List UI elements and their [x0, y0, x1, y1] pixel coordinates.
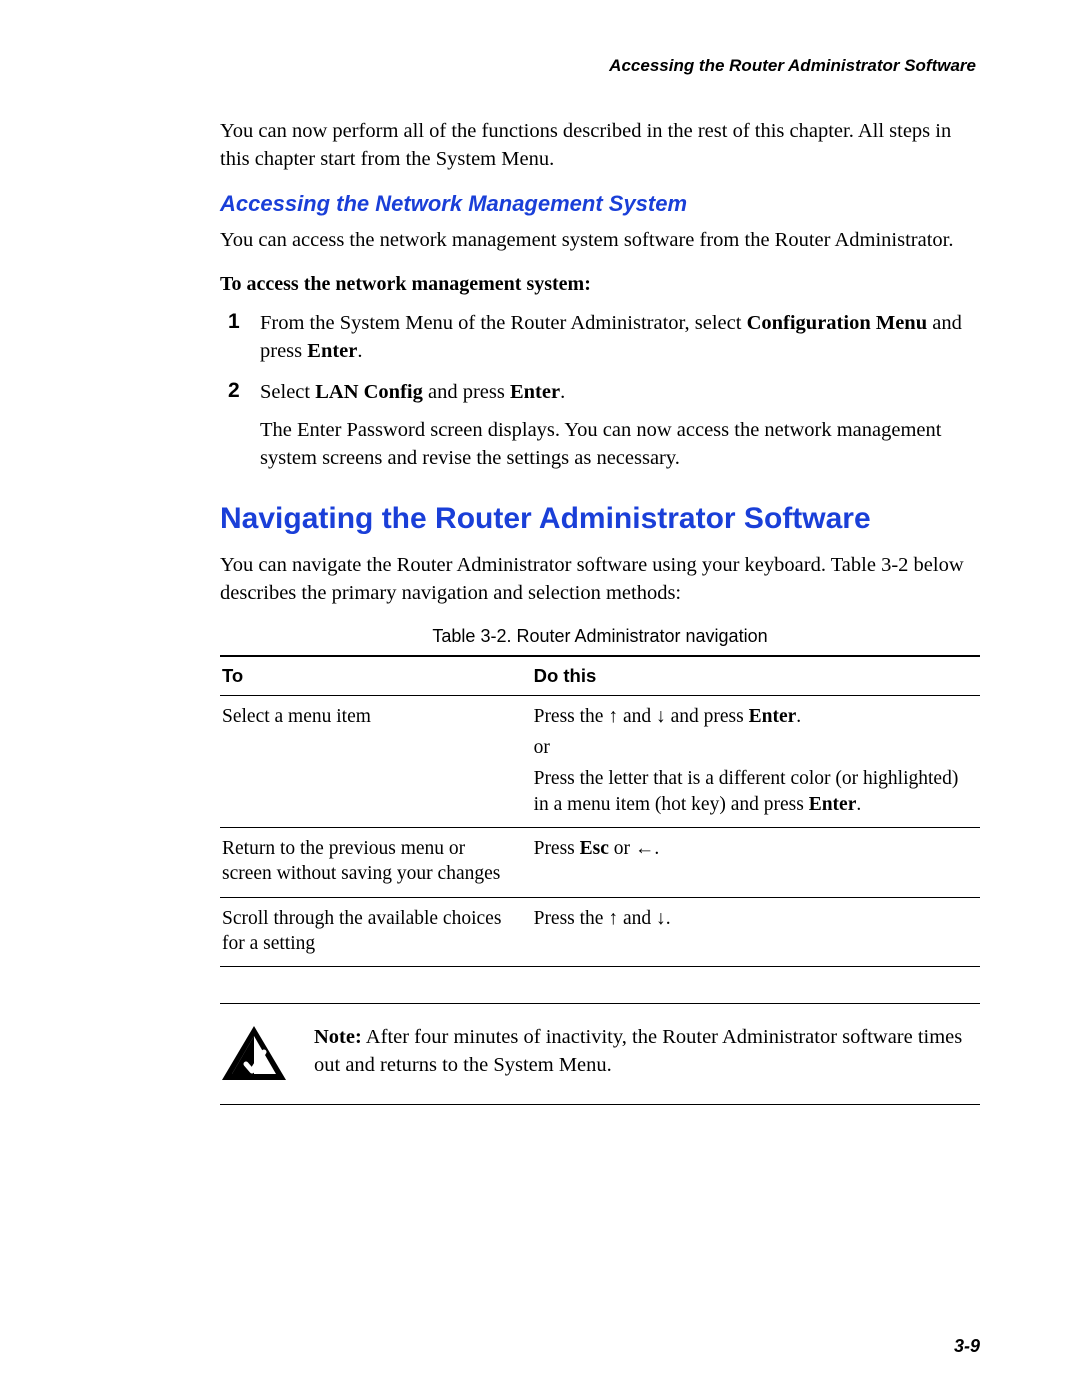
left-arrow-icon: ←: [635, 837, 655, 859]
step-1-b2: Enter: [307, 340, 357, 362]
step-1: From the System Menu of the Router Admin…: [220, 310, 980, 365]
r1-and1: and: [618, 706, 656, 727]
page: Accessing the Router Administrator Softw…: [0, 0, 1080, 1397]
table-row: Scroll through the available choices for…: [220, 897, 980, 967]
page-content: You can now perform all of the functions…: [100, 118, 980, 1105]
note-text: Note: After four minutes of inactivity, …: [314, 1024, 980, 1079]
down-arrow-icon: ↓: [656, 705, 666, 727]
r2-pre: Press: [534, 838, 580, 859]
nav-table: To Do this Select a menu item Press the …: [220, 655, 980, 968]
note-label: Note:: [314, 1026, 362, 1048]
nav-lead: You can navigate the Router Administrato…: [220, 552, 980, 607]
r1-altpre: Press the letter that is a different col…: [534, 768, 959, 814]
r3-and: and: [618, 908, 656, 929]
step-2-mid: and press: [423, 381, 510, 403]
row1-to: Select a menu item: [220, 695, 532, 827]
row3-do: Press the ↑ and ↓.: [532, 897, 980, 967]
r1-enter: Enter: [749, 706, 797, 727]
r1-mid: and press: [666, 706, 749, 727]
th-do: Do this: [532, 656, 980, 696]
nms-task-lead: To access the network management system:: [220, 273, 980, 296]
table-row: Select a menu item Press the ↑ and ↓ and…: [220, 695, 980, 827]
table-caption: Table 3-2. Router Administrator navigati…: [220, 626, 980, 647]
r1-pre: Press the: [534, 706, 609, 727]
step-2-text: Select LAN Config and press Enter.: [260, 379, 980, 407]
step-1-pre: From the System Menu of the Router Admin…: [260, 312, 747, 334]
row1-do: Press the ↑ and ↓ and press Enter. or Pr…: [532, 695, 980, 827]
step-1-post: .: [357, 340, 362, 362]
r2-dot: .: [654, 838, 659, 859]
step-2-b2: Enter: [510, 381, 560, 403]
r1-dot: .: [796, 706, 801, 727]
page-number: 3-9: [954, 1336, 980, 1357]
row2-do: Press Esc or ←.: [532, 828, 980, 898]
note-body: After four minutes of inactivity, the Ro…: [314, 1026, 962, 1076]
nav-heading: Navigating the Router Administrator Soft…: [220, 502, 980, 536]
r1-altdot: .: [856, 794, 861, 815]
r3-dot: .: [666, 908, 671, 929]
note-icon: [220, 1024, 288, 1084]
table-head-row: To Do this: [220, 656, 980, 696]
up-arrow-icon: ↑: [608, 907, 618, 929]
step-list: From the System Menu of the Router Admin…: [220, 310, 980, 472]
intro-paragraph: You can now perform all of the functions…: [220, 118, 980, 173]
r1-altenter: Enter: [809, 794, 857, 815]
step-1-b1: Configuration Menu: [747, 312, 928, 334]
r1-or: or: [534, 737, 550, 758]
step-2-post: .: [560, 381, 565, 403]
step-1-text: From the System Menu of the Router Admin…: [260, 310, 980, 365]
row2-to: Return to the previous menu or screen wi…: [220, 828, 532, 898]
th-to: To: [220, 656, 532, 696]
step-2-after: The Enter Password screen displays. You …: [260, 417, 980, 472]
nms-lead: You can access the network management sy…: [220, 227, 980, 255]
note-block: Note: After four minutes of inactivity, …: [220, 1003, 980, 1105]
step-2-b1: LAN Config: [315, 381, 423, 403]
r2-esc: Esc: [580, 838, 609, 859]
down-arrow-icon: ↓: [656, 907, 666, 929]
row3-to: Scroll through the available choices for…: [220, 897, 532, 967]
table-row: Return to the previous menu or screen wi…: [220, 828, 980, 898]
r2-or: or: [609, 838, 635, 859]
up-arrow-icon: ↑: [608, 705, 618, 727]
step-2-pre: Select: [260, 381, 315, 403]
running-header: Accessing the Router Administrator Softw…: [100, 56, 976, 76]
nms-heading: Accessing the Network Management System: [220, 191, 980, 217]
step-2: Select LAN Config and press Enter. The E…: [220, 379, 980, 472]
r3-pre: Press the: [534, 908, 609, 929]
